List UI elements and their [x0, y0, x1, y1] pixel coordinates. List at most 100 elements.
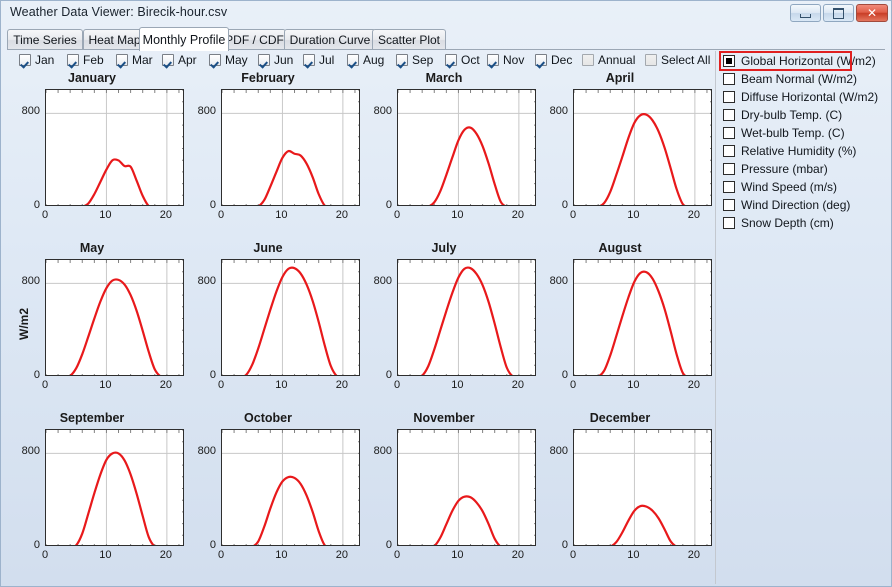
- x-axis-tick-label: 0: [393, 549, 401, 561]
- variable-label: Relative Humidity (%): [741, 144, 857, 158]
- checkbox-sep[interactable]: Sep: [396, 51, 433, 68]
- checkbox-mar[interactable]: Mar: [116, 51, 153, 68]
- variable-item-dry-bulb-temp-c[interactable]: Dry-bulb Temp. (C): [720, 106, 890, 124]
- y-axis-tick-label: 800: [373, 445, 392, 458]
- variable-label: Diffuse Horizontal (W/m2): [741, 90, 879, 104]
- checkbox-annual[interactable]: Annual: [582, 51, 635, 68]
- maximize-button[interactable]: [823, 4, 854, 22]
- x-axis-tick-label: 10: [627, 209, 640, 221]
- checkbox-label: Sep: [412, 52, 434, 67]
- variable-item-snow-depth-cm[interactable]: Snow Depth (cm): [720, 214, 890, 232]
- variable-item-relative-humidity[interactable]: Relative Humidity (%): [720, 142, 890, 160]
- variable-item-diffuse-horizontal-w-m2[interactable]: Diffuse Horizontal (W/m2): [720, 88, 890, 106]
- tab-pdf-cdf[interactable]: PDF / CDF: [223, 29, 286, 50]
- x-axis-tick-label: 0: [569, 209, 577, 221]
- tab-heat-map[interactable]: Heat Map: [83, 29, 146, 50]
- x-axis-tick-label: 10: [627, 379, 640, 391]
- x-axis-tick-label: 20: [335, 209, 348, 221]
- tab-label: Monthly Profile: [142, 32, 226, 47]
- plot-area: [397, 429, 536, 546]
- y-axis-label: W/m2: [17, 307, 31, 340]
- checkbox-oct[interactable]: Oct: [445, 51, 480, 68]
- checkbox-jul[interactable]: Jul: [303, 51, 334, 68]
- close-button[interactable]: ✕: [856, 4, 888, 22]
- checkbox-may[interactable]: May: [209, 51, 248, 68]
- close-icon: ✕: [866, 6, 878, 20]
- variable-item-beam-normal-w-m2[interactable]: Beam Normal (W/m2): [720, 70, 890, 88]
- chart-svg: [46, 90, 183, 205]
- x-axis-tick-label: 10: [451, 379, 464, 391]
- checkbox-jan[interactable]: Jan: [19, 51, 54, 68]
- plot-area: [45, 259, 184, 376]
- x-axis-tick-label: 10: [275, 549, 288, 561]
- variable-item-wind-speed-m-s[interactable]: Wind Speed (m/s): [720, 178, 890, 196]
- chart-svg: [574, 430, 711, 545]
- variable-item-pressure-mbar[interactable]: Pressure (mbar): [720, 160, 890, 178]
- chart-svg: [46, 260, 183, 375]
- chart-svg: [574, 260, 711, 375]
- x-axis-tick-label: 20: [687, 209, 700, 221]
- x-axis-tick-label: 10: [275, 209, 288, 221]
- checkbox-nov[interactable]: Nov: [487, 51, 524, 68]
- plot-area: [573, 429, 712, 546]
- x-axis-tick-label: 10: [275, 379, 288, 391]
- empty-checkbox-icon: [723, 91, 735, 103]
- x-axis-tick-label: 10: [99, 379, 112, 391]
- checkbox-label: Jan: [35, 52, 55, 67]
- chart-title: July: [431, 241, 457, 255]
- chart-title: August: [598, 241, 642, 255]
- tab-monthly-profile[interactable]: Monthly Profile: [139, 27, 229, 51]
- data-series-line: [74, 451, 155, 545]
- x-axis-tick-label: 20: [687, 379, 700, 391]
- checkbox-jun[interactable]: Jun: [258, 51, 293, 68]
- chart-panel: January 0 800 0 10 20: [7, 71, 184, 241]
- variable-item-wet-bulb-temp-c[interactable]: Wet-bulb Temp. (C): [720, 124, 890, 142]
- checkbox-label: Mar: [132, 52, 153, 67]
- data-series-line: [258, 149, 326, 205]
- tab-time-series[interactable]: Time Series: [7, 29, 83, 50]
- checkmark-icon: [67, 53, 79, 66]
- tab-bar: Time Series Heat Map Monthly Profile PDF / …: [7, 26, 885, 51]
- variable-item-wind-direction-deg[interactable]: Wind Direction (deg): [720, 196, 890, 214]
- x-axis-tick-label: 10: [99, 549, 112, 561]
- variable-list: Global Horizontal (W/m2) Beam Normal (W/m…: [719, 51, 890, 232]
- empty-checkbox-icon: [723, 181, 735, 193]
- x-axis-tick-label: 20: [159, 379, 172, 391]
- variable-label: Wind Direction (deg): [741, 198, 851, 212]
- y-axis-tick-label: 800: [21, 275, 40, 288]
- chart-panel: November 0 800 0 10 20: [359, 411, 536, 581]
- maximize-icon: [824, 5, 853, 21]
- checkbox-label: Dec: [551, 52, 573, 67]
- chart-panel: July 0 800 0 10 20: [359, 241, 536, 411]
- checkbox-label: Jul: [319, 52, 335, 67]
- x-axis-tick-label: 0: [569, 379, 577, 391]
- empty-checkbox-icon: [723, 217, 735, 229]
- variable-item-global-horizontal-w-m2[interactable]: Global Horizontal (W/m2): [719, 51, 876, 71]
- checkmark-icon: [487, 53, 499, 66]
- plot-area: [221, 429, 360, 546]
- checkbox-apr[interactable]: Apr: [162, 51, 197, 68]
- variable-label: Wet-bulb Temp. (C): [741, 126, 845, 140]
- chart-title: May: [79, 241, 105, 255]
- checkbox-select-all[interactable]: Select All: [645, 51, 710, 68]
- checkbox-dec[interactable]: Dec: [535, 51, 572, 68]
- y-axis-tick-label: 800: [549, 275, 568, 288]
- checkbox-label: Nov: [503, 52, 525, 67]
- y-axis-tick-label: 800: [21, 105, 40, 118]
- minimize-button[interactable]: [790, 4, 821, 22]
- tab-label: Heat Map: [88, 33, 141, 47]
- checkbox-label: Apr: [178, 52, 197, 67]
- checkbox-label: Oct: [461, 52, 480, 67]
- tab-duration-curve[interactable]: Duration Curve: [284, 29, 376, 50]
- window-title: Weather Data Viewer: Birecik-hour.csv: [10, 5, 228, 19]
- tab-scatter-plot[interactable]: Scatter Plot: [372, 29, 446, 50]
- checkbox-aug[interactable]: Aug: [347, 51, 384, 68]
- checkbox-label: Select All: [661, 52, 711, 67]
- checkbox-feb[interactable]: Feb: [67, 51, 104, 68]
- plot-area: [221, 89, 360, 206]
- chart-svg: [222, 430, 359, 545]
- chart-title: January: [68, 71, 116, 85]
- checkmark-icon: [209, 53, 221, 66]
- selected-checkbox-icon: [723, 55, 735, 67]
- plot-area: [221, 259, 360, 376]
